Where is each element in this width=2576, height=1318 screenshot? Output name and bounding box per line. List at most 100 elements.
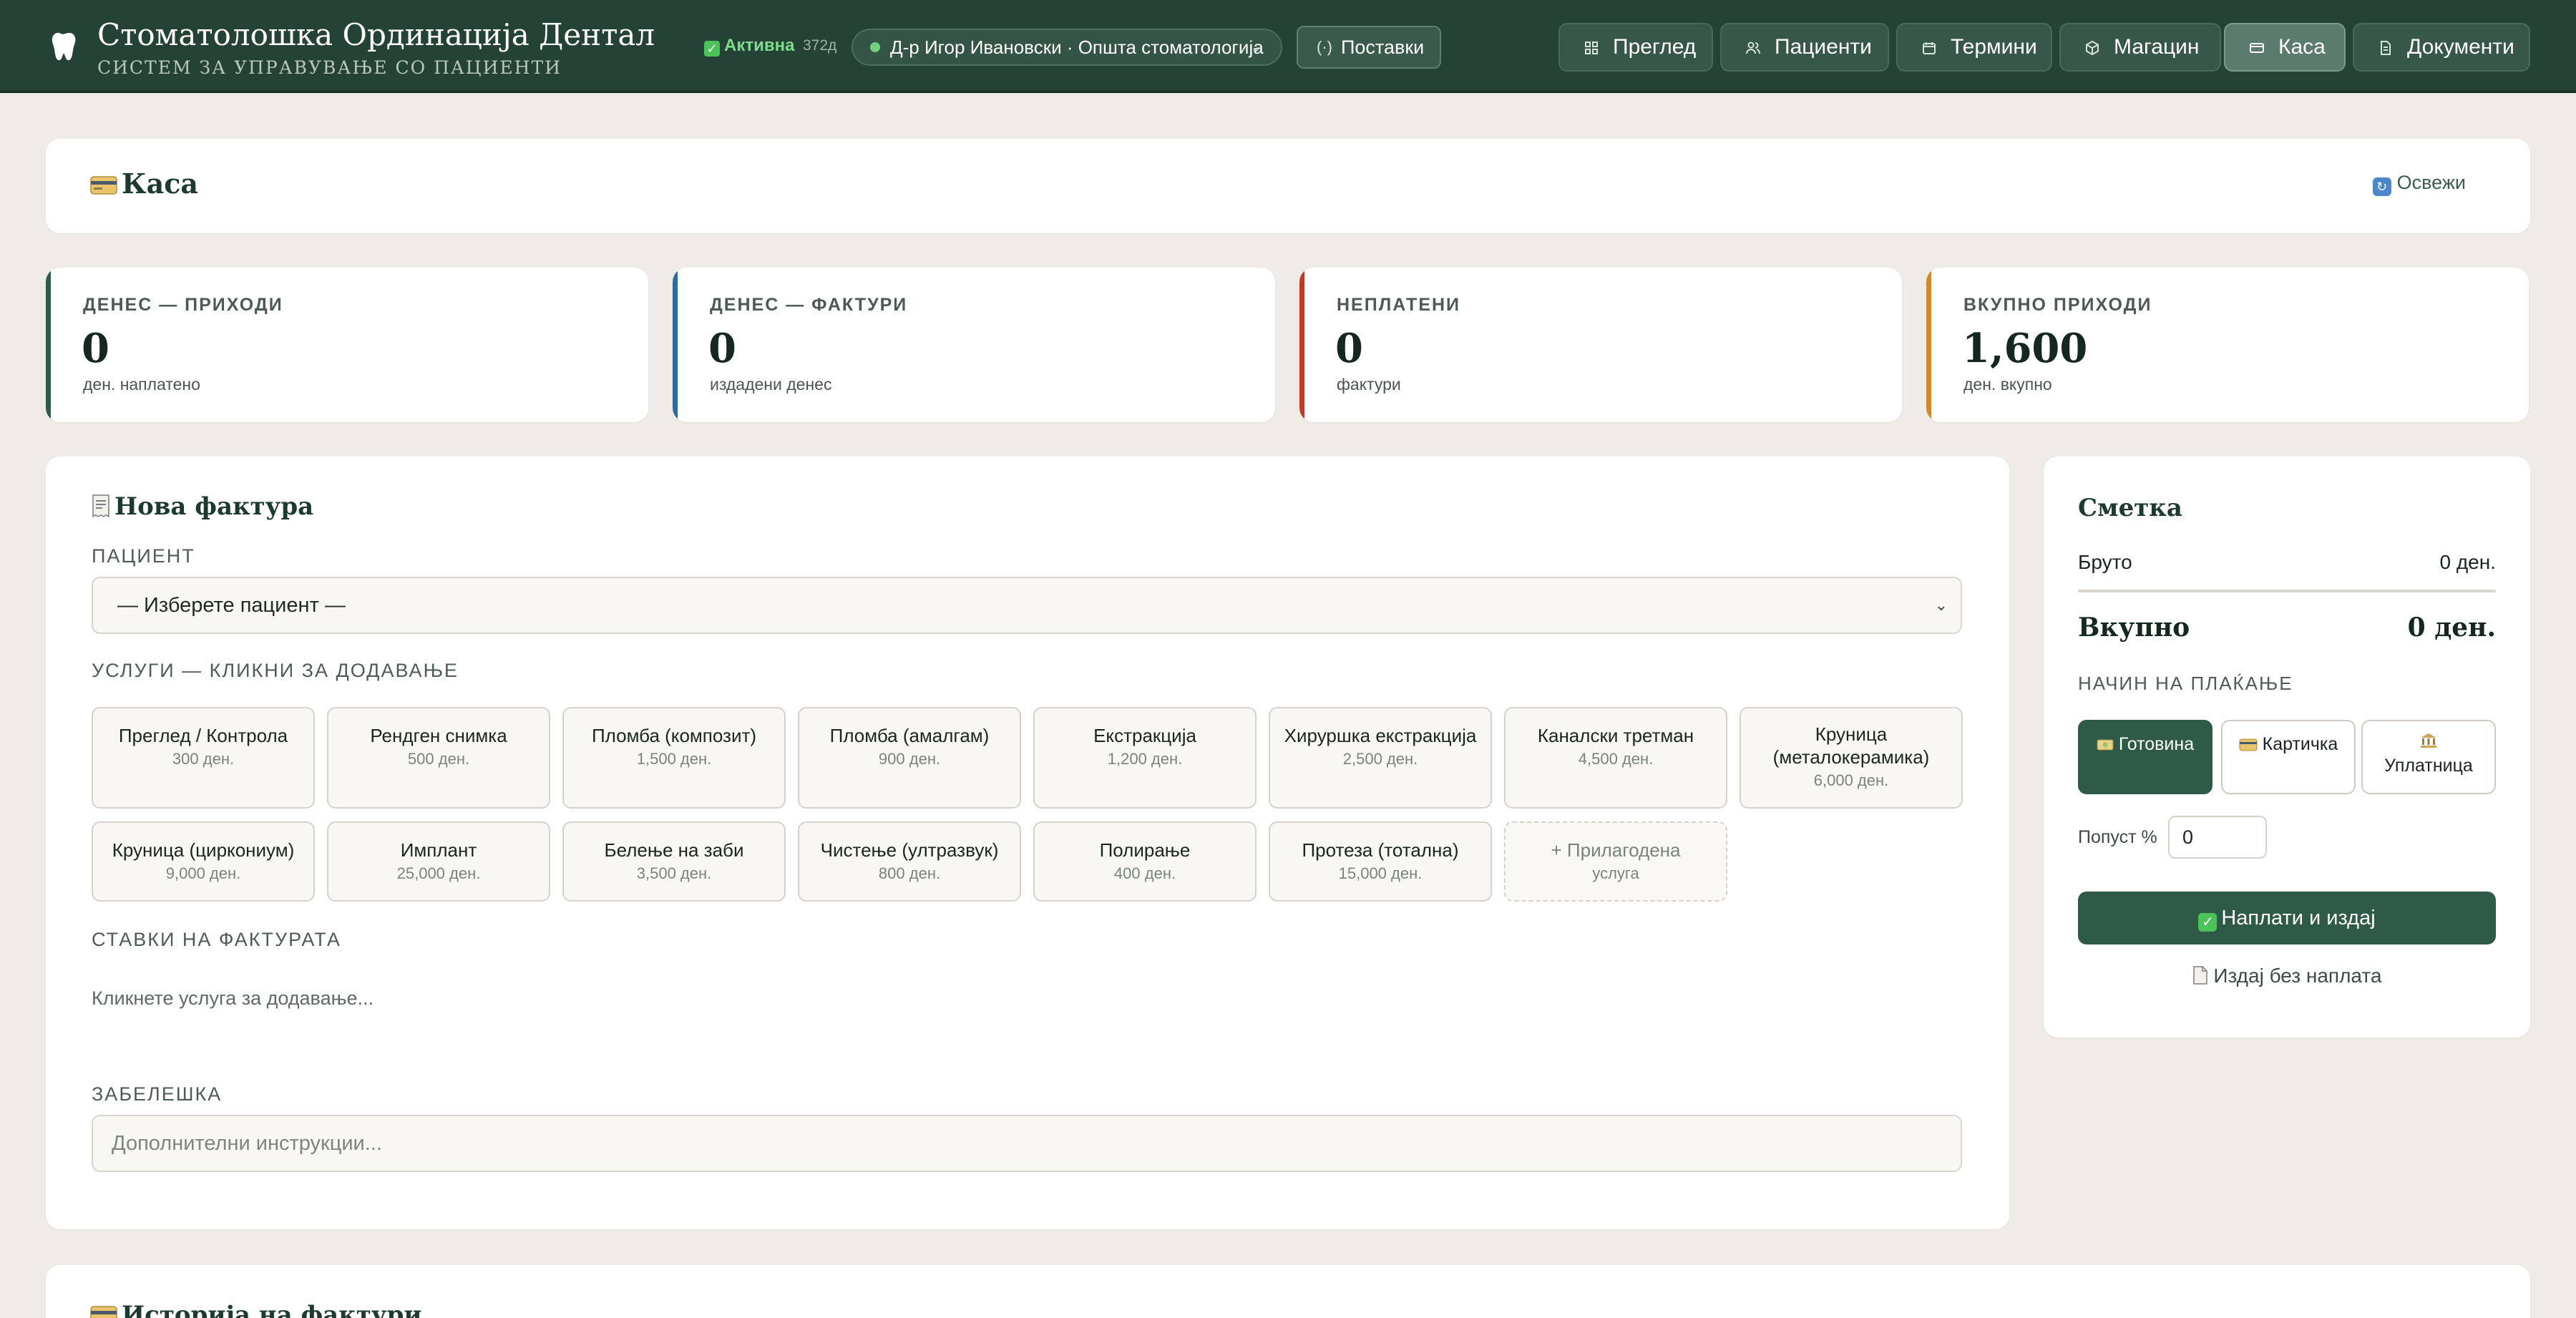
issue-without-payment-label: Издај без наплата [2213,965,2382,987]
doctor-selector[interactable]: Д-р Игор Ивановски · Општа стоматологија… [852,29,1282,66]
receipt-icon [92,494,109,517]
stat-value: 0 [708,325,736,372]
page-title: Каса [90,167,198,200]
stat-card-total-income: ВКУПНО ПРИХОДИ 1,600 ден. вкупно [1926,268,2529,422]
invoice-title-text: Нова фактура [114,492,314,521]
tab-cashier[interactable]: Каса [2224,23,2346,72]
service-price: 900 ден. [878,750,941,768]
service-name: Пломба (амалгам) [829,725,990,746]
pay-and-issue-button[interactable]: ✓ Наплати и издај [2078,892,2496,944]
payment-transfer-button[interactable]: Уплатница [2361,720,2496,794]
service-tile[interactable]: Чистење (ултразвук) 800 ден. [798,821,1021,902]
divider [2078,590,2496,592]
payment-cash-button[interactable]: Готовина [2078,720,2212,794]
service-tile[interactable]: Белење на заби 3,500 ден. [562,821,786,902]
grid-icon [1585,42,1598,54]
credit-card-icon [90,1306,117,1318]
services-label: УСЛУГИ — КЛИКНИ ЗА ДОДАВАЊЕ [92,660,459,681]
service-price: 1,500 ден. [636,750,712,768]
patient-select[interactable]: — Изберете пациент — ⌄ [92,577,1962,634]
cash-icon [2097,739,2114,751]
service-tile[interactable]: Круница (циркониум) 9,000 ден. [92,821,315,902]
stat-sub: издадени денес [710,375,832,394]
service-name: Протеза (тотална) [1302,839,1459,861]
tab-label: Термини [1951,35,2037,59]
credit-card-icon [2239,738,2258,751]
tab-patients[interactable]: Пациенти [1720,23,1889,72]
refresh-icon: ↻ [2372,177,2391,196]
note-label: ЗАБЕЛЕШКА [92,1083,223,1105]
service-tile[interactable]: Каналски третман 4,500 ден. [1504,707,1727,809]
invoice-title: Нова фактура [92,492,313,521]
stat-label: ДЕНЕС — ПРИХОДИ [83,295,283,315]
tab-appointments[interactable]: Термини [1896,23,2052,72]
card-icon [2250,43,2264,53]
chevron-down-icon: ⌄ [1934,596,1948,614]
stat-sub: ден. вкупно [1963,375,2052,394]
tab-label: Преглед [1613,35,1697,59]
patient-label: ПАЦИЕНТ [92,545,195,567]
custom-service-line1: + Прилагодена [1551,839,1681,861]
stat-label: НЕПЛАТЕНИ [1337,295,1461,315]
stat-card-unpaid: НЕПЛАТЕНИ 0 фактури [1299,268,1902,422]
service-tile[interactable]: Полирање 400 ден. [1033,821,1257,902]
status-badge: ✓ Активна [704,36,794,57]
refresh-button[interactable]: ↻ Освежи [2372,172,2466,196]
service-price: 15,000 ден. [1338,864,1423,882]
check-icon: ✓ [2198,913,2218,932]
custom-service-line2: услуга [1592,864,1639,882]
service-price: 400 ден. [1113,864,1176,882]
tab-overview[interactable]: Преглед [1558,23,1713,72]
stat-value: 0 [1335,325,1363,372]
service-tile[interactable]: Круница (металокерамика) 6,000 ден. [1740,707,1963,809]
service-name: Полирање [1099,839,1191,861]
service-name: Рендген снимка [370,725,507,746]
stat-accent-bar [1299,268,1304,422]
service-name: Хируршка екстракција [1284,725,1477,746]
service-name: Круница (циркониум) [112,839,295,861]
payment-card-label: Картичка [2262,734,2338,754]
service-tile[interactable]: Преглед / Контрола 300 ден. [92,707,315,809]
stat-sub: ден. наплатено [83,375,200,394]
tab-documents[interactable]: Документи [2353,23,2530,72]
status-label: Активна [724,36,795,55]
service-name: Пломба (композит) [591,725,757,746]
history-title: Историја на фактури [90,1301,422,1318]
tab-label: Пациенти [1775,35,1872,59]
issue-without-payment-button[interactable]: Издај без наплата [2078,965,2496,987]
pay-and-issue-label: Наплати и издај [2221,907,2376,929]
service-name: Имплант [400,839,477,861]
service-tile[interactable]: Пломба (амалгам) 900 ден. [798,707,1021,809]
service-tile[interactable]: Имплант 25,000 ден. [327,821,550,902]
bank-icon [2421,733,2436,748]
note-input[interactable] [92,1115,1962,1172]
service-tile[interactable]: Протеза (тотална) 15,000 ден. [1269,821,1492,902]
page-header: Каса ↻ Освежи [46,139,2530,233]
payment-card-button[interactable]: Картичка [2221,720,2356,794]
discount-label: Попуст % [2078,827,2157,847]
tab-inventory[interactable]: Магацин [2059,23,2221,72]
history-title-text: Историја на фактури [122,1301,422,1318]
service-name: Екстракција [1093,725,1196,746]
discount-input[interactable] [2168,816,2267,859]
service-tile[interactable]: Пломба (композит) 1,500 ден. [562,707,786,809]
service-price: 6,000 ден. [1813,771,1889,789]
invoice-history-panel: Историја на фактури [46,1265,2530,1318]
bill-panel: Сметка Бруто 0 ден. Вкупно 0 ден. НАЧИН … [2044,457,2530,1038]
service-tile[interactable]: Рендген снимка 500 ден. [327,707,550,809]
settings-button[interactable]: (·) Поставки [1297,26,1441,69]
bill-title: Сметка [2078,494,2182,522]
patient-select-value: — Изберете пациент — [117,594,346,617]
service-price: 800 ден. [878,864,941,882]
users-icon [1746,42,1760,54]
gross-row: Бруто 0 ден. [2078,551,2496,574]
new-invoice-panel: Нова фактура ПАЦИЕНТ — Изберете пациент … [46,457,2009,1229]
payment-transfer-label: Уплатница [2384,756,2473,776]
service-price: 1,200 ден. [1107,750,1183,768]
service-name: Преглед / Контрола [118,725,288,746]
stat-accent-bar [46,268,51,422]
online-dot-icon [870,42,880,52]
custom-service-button[interactable]: + Прилагодена услуга [1504,821,1727,902]
service-tile[interactable]: Екстракција 1,200 ден. [1033,707,1257,809]
service-tile[interactable]: Хируршка екстракција 2,500 ден. [1269,707,1492,809]
